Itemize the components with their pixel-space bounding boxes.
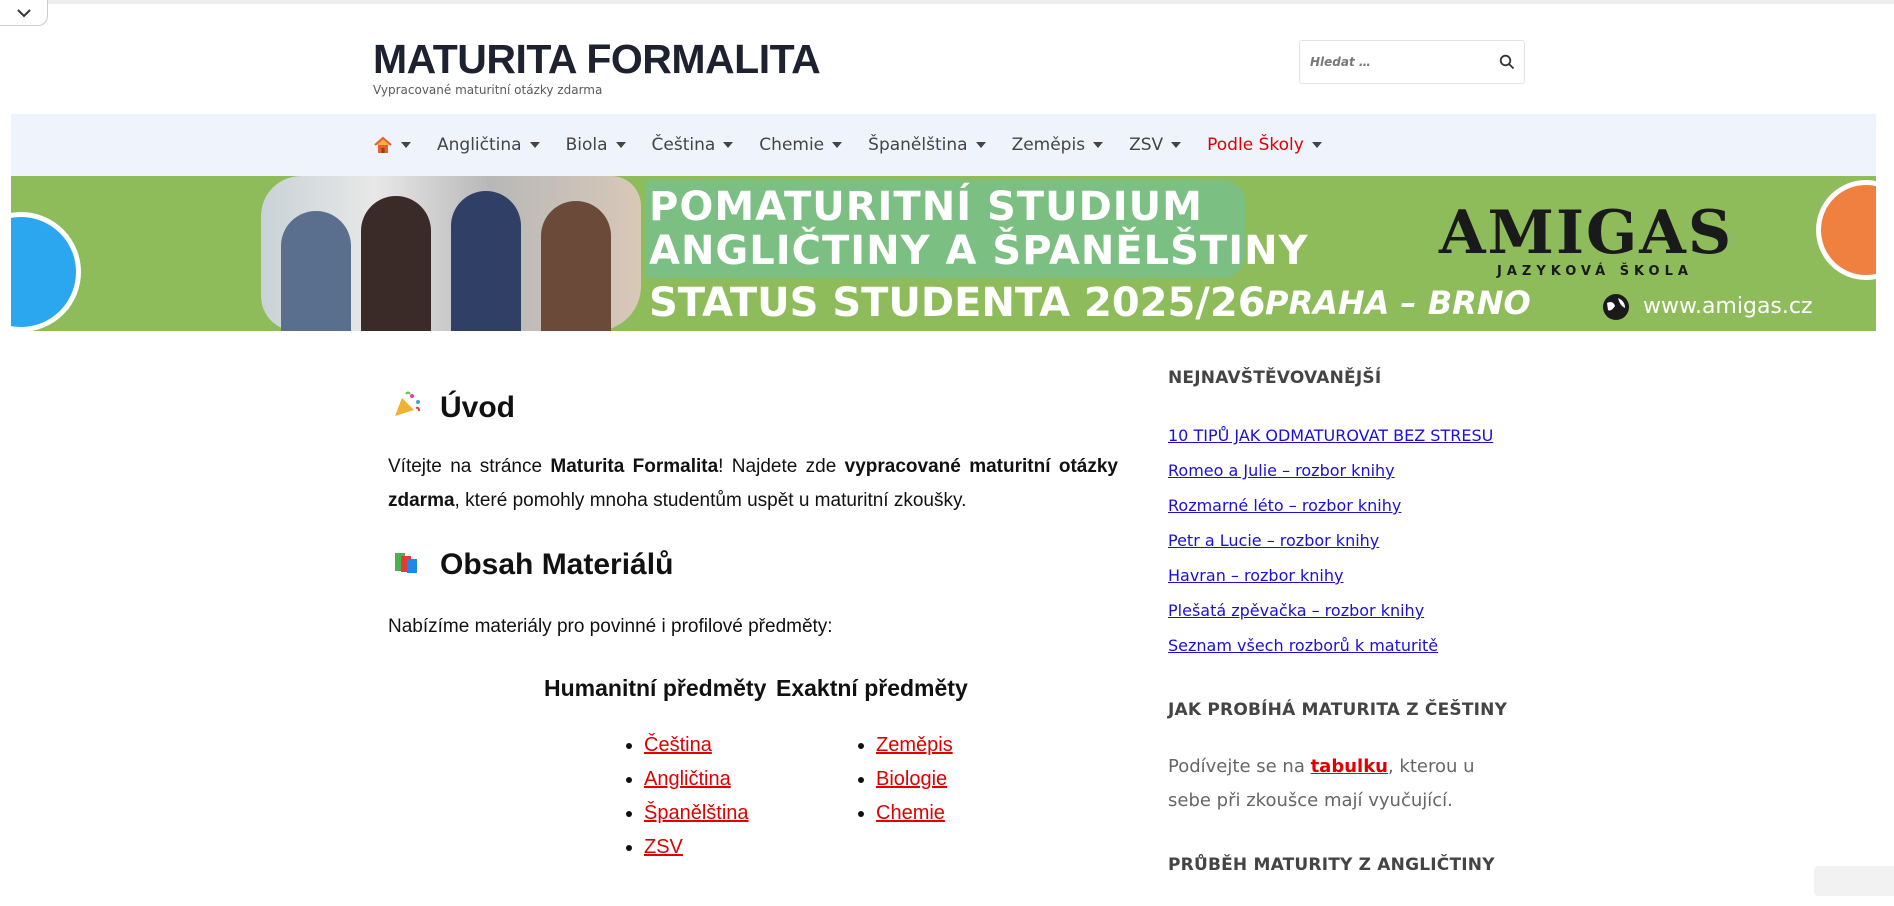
banner-headline-2: ANGLIČTINY A ŠPANĚLŠTINY	[649, 228, 1309, 274]
globe-icon	[1603, 294, 1629, 320]
sidebar-link[interactable]: 10 TIPŮ JAK ODMATUROVAT BEZ STRESU	[1168, 426, 1493, 445]
humanities-list: Čeština Angličtina Španělština ZSV	[622, 728, 749, 864]
nav-item-spanelstina[interactable]: Španělština	[868, 135, 986, 155]
nav-item-anglictina[interactable]: Angličtina	[437, 135, 540, 155]
sidebar-link[interactable]: Plešatá zpěvačka – rozbor knihy	[1168, 601, 1424, 620]
humanities-column-heading: Humanitní předměty	[544, 675, 767, 701]
list-item: Angličtina	[644, 762, 749, 796]
nav-item-podle-skoly[interactable]: Podle Školy	[1207, 135, 1322, 155]
list-item: ZSV	[644, 830, 749, 864]
subject-link[interactable]: Zeměpis	[876, 734, 953, 756]
photo-person	[361, 196, 431, 331]
banner-url: www.amigas.cz	[1643, 294, 1813, 319]
caret-down-icon	[615, 142, 626, 148]
text-bold: Maturita Formalita	[550, 456, 719, 477]
top-rule	[0, 0, 1894, 4]
caret-down-icon	[1311, 142, 1322, 148]
sidebar-link[interactable]: Petr a Lucie – rozbor knihy	[1168, 531, 1379, 550]
banner-decor-circle	[11, 212, 81, 331]
sidebar-link[interactable]: Seznam všech rozborů k maturitě	[1168, 636, 1438, 655]
photo-person	[451, 191, 521, 331]
intro-heading-text: Úvod	[440, 390, 515, 424]
subject-link[interactable]: ZSV	[644, 836, 683, 858]
caret-down-icon	[723, 142, 734, 148]
chevron-down-icon	[16, 8, 31, 17]
subject-link[interactable]: Chemie	[876, 802, 945, 824]
list-item: Biologie	[876, 762, 953, 796]
text: Vítejte na stránce	[388, 456, 551, 477]
caret-down-icon	[529, 142, 540, 148]
books-icon	[392, 547, 426, 582]
sidebar-heading-czech: JAK PROBÍHÁ MATURITA Z ČEŠTINY	[1168, 700, 1508, 720]
sidebar-czech-text: Podívejte se na tabulku, kterou u sebe p…	[1168, 750, 1498, 818]
nav-item-zsv[interactable]: ZSV	[1129, 135, 1182, 155]
sidebar-link[interactable]: Havran – rozbor knihy	[1168, 566, 1343, 585]
caret-down-icon	[832, 142, 843, 148]
nav-item-label: Španělština	[868, 135, 968, 155]
search-box	[1299, 40, 1525, 84]
list-item: Chemie	[876, 796, 953, 830]
sidebar-heading-english: PRŮBĚH MATURITY Z ANGLIČTINY	[1168, 855, 1495, 875]
subject-link[interactable]: Španělština	[644, 802, 749, 824]
list-item: Zeměpis	[876, 728, 953, 762]
materials-text: Nabízíme materiály pro povinné i profilo…	[388, 616, 833, 637]
site-tagline: Vypracované maturitní otázky zdarma	[373, 83, 603, 97]
caret-down-icon	[1171, 142, 1182, 148]
nav-item-chemie[interactable]: Chemie	[759, 135, 843, 155]
banner-city: PRAHA – BRNO	[1265, 284, 1531, 322]
nav-item-cestina[interactable]: Čeština	[652, 135, 734, 155]
banner-students-photo	[261, 176, 641, 331]
search-button[interactable]	[1496, 51, 1518, 73]
main-nav: Angličtina Biola Čeština Chemie Španělšt…	[11, 114, 1876, 176]
exact-column-heading: Exaktní předměty	[776, 675, 968, 701]
subject-link[interactable]: Čeština	[644, 734, 712, 756]
search-icon	[1499, 54, 1515, 70]
party-popper-icon	[392, 390, 426, 425]
text: Podívejte se na	[1168, 756, 1311, 777]
caret-down-icon	[1093, 142, 1104, 148]
brand-subtitle: JAZYKOVÁ ŠKOLA	[1497, 264, 1693, 279]
subject-link[interactable]: Angličtina	[644, 768, 731, 790]
caret-down-icon	[401, 142, 411, 148]
sidebar-heading-popular: NEJNAVŠTĚVOVANĚJŠÍ	[1168, 368, 1382, 388]
nav-item-label: Angličtina	[437, 135, 522, 155]
exact-list: Zeměpis Biologie Chemie	[854, 728, 953, 830]
list-item: Čeština	[644, 728, 749, 762]
list-item: Španělština	[644, 796, 749, 830]
search-input[interactable]	[1300, 41, 1480, 83]
nav-item-label: Podle Školy	[1207, 135, 1304, 155]
ad-banner[interactable]: POMATURITNÍ STUDIUM ANGLIČTINY A ŠPANĚLŠ…	[11, 176, 1876, 331]
materials-heading-text: Obsah Materiálů	[440, 547, 674, 581]
banner-headline-3: STATUS STUDENTA 2025/26	[649, 280, 1266, 326]
site-title[interactable]: MATURITA FORMALITA	[373, 36, 821, 83]
table-link[interactable]: tabulku	[1311, 756, 1388, 777]
site-header: MATURITA FORMALITA Vypracované maturitní…	[11, 14, 1876, 114]
banner-decor-circle	[1816, 180, 1876, 280]
nav-item-label: ZSV	[1129, 135, 1164, 155]
sidebar-link[interactable]: Rozmarné léto – rozbor knihy	[1168, 496, 1401, 515]
banner-headline-1: POMATURITNÍ STUDIUM	[649, 184, 1203, 230]
collapse-toggle[interactable]	[0, 0, 48, 26]
materials-heading: Obsah Materiálů	[392, 547, 673, 582]
home-icon	[374, 136, 392, 153]
nav-item-label: Čeština	[651, 135, 716, 155]
caret-down-icon	[975, 142, 986, 148]
subject-link[interactable]: Biologie	[876, 768, 947, 790]
text: ! Najdete zde	[718, 456, 845, 477]
brand-logo: AMIGAS	[1439, 198, 1734, 268]
nav-item-label: Chemie	[759, 135, 825, 155]
nav-item-label: Biola	[565, 135, 608, 155]
nav-item-label: Zeměpis	[1011, 135, 1086, 155]
sidebar-link[interactable]: Romeo a Julie – rozbor knihy	[1168, 461, 1395, 480]
nav-item-home[interactable]	[373, 136, 411, 154]
photo-person	[541, 201, 611, 331]
floating-widget[interactable]	[1814, 866, 1894, 896]
intro-heading: Úvod	[392, 390, 515, 425]
text: , které pomohly mnoha studentům uspět u …	[454, 490, 967, 511]
photo-person	[281, 211, 351, 331]
nav-item-biola[interactable]: Biola	[566, 135, 626, 155]
nav-list: Angličtina Biola Čeština Chemie Španělšt…	[373, 114, 1348, 176]
nav-item-zemepis[interactable]: Zeměpis	[1012, 135, 1104, 155]
intro-paragraph: Vítejte na stránce Maturita Formalita! N…	[388, 450, 1118, 518]
